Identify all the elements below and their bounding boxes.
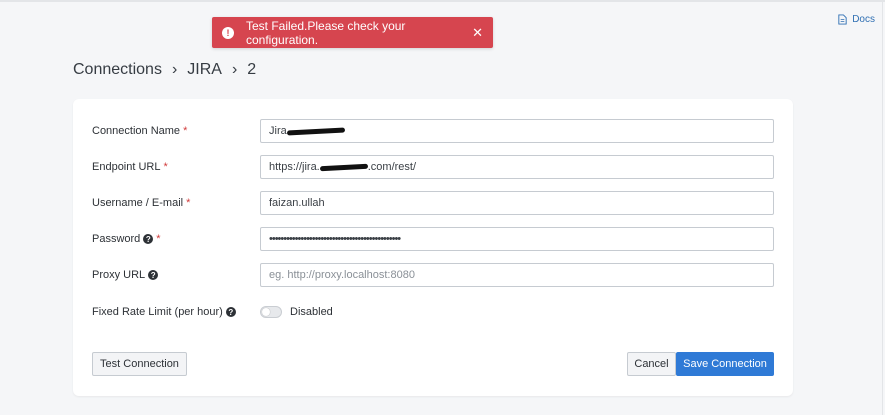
rate-limit-label-text: Fixed Rate Limit (per hour) — [92, 306, 223, 318]
endpoint-url-input[interactable]: https://jira. .com/rest/ — [260, 155, 774, 179]
proxy-url-label-text: Proxy URL — [92, 269, 146, 281]
endpoint-url-label-text: Endpoint URL — [92, 161, 161, 173]
username-value: faizan.ullah — [269, 197, 325, 209]
toast-message: Test Failed.Please check your configurat… — [246, 18, 406, 47]
top-border — [0, 0, 885, 2]
right-divider — [882, 0, 883, 415]
connection-name-label-text: Connection Name — [92, 125, 181, 137]
chevron-right-icon: › — [171, 61, 178, 78]
connection-name-label: Connection Name * — [92, 125, 260, 137]
docs-link[interactable]: Docs — [837, 14, 875, 25]
rate-limit-toggle-state: Disabled — [290, 306, 333, 318]
password-label-text: Password — [92, 233, 141, 245]
username-input[interactable]: faizan.ullah — [260, 191, 774, 215]
error-toast: ! Test Failed.Please check your configur… — [212, 17, 493, 48]
chevron-right-icon: › — [231, 61, 238, 78]
help-icon[interactable]: ? — [148, 270, 159, 280]
proxy-url-placeholder: eg. http://proxy.localhost:8080 — [269, 269, 415, 281]
rate-limit-row: Fixed Rate Limit (per hour) ? Disabled — [92, 300, 774, 324]
password-value: ••••••••••••••••••••••••••••••••••••••••… — [269, 233, 401, 245]
redaction-mark — [319, 163, 368, 171]
proxy-url-input[interactable]: eg. http://proxy.localhost:8080 — [260, 263, 774, 287]
required-marker: * — [186, 197, 191, 209]
breadcrumb-id: 2 — [247, 61, 257, 78]
endpoint-url-suffix: .com/rest/ — [367, 161, 417, 173]
required-marker: * — [183, 125, 188, 137]
proxy-url-row: Proxy URL ? eg. http://proxy.localhost:8… — [92, 263, 774, 287]
breadcrumb-connections[interactable]: Connections — [73, 61, 162, 79]
help-icon[interactable]: ? — [143, 234, 154, 244]
test-connection-button[interactable]: Test Connection — [92, 352, 187, 376]
endpoint-url-prefix: https://jira. — [269, 161, 320, 173]
cancel-button[interactable]: Cancel — [627, 352, 676, 376]
alert-icon: ! — [222, 26, 234, 39]
password-row: Password ? * •••••••••••••••••••••••••••… — [92, 227, 774, 251]
required-marker: * — [156, 233, 161, 245]
help-icon[interactable]: ? — [225, 307, 236, 317]
rate-limit-label: Fixed Rate Limit (per hour) ? — [92, 306, 260, 318]
username-label-text: Username / E-mail — [92, 197, 184, 209]
document-icon — [838, 14, 847, 25]
connection-form-card: Connection Name * Jira Endpoint URL * ht… — [73, 99, 793, 396]
connection-name-input[interactable]: Jira — [260, 119, 774, 143]
password-input[interactable]: ••••••••••••••••••••••••••••••••••••••••… — [260, 227, 774, 251]
rate-limit-toggle[interactable] — [260, 306, 282, 318]
docs-label: Docs — [852, 14, 875, 25]
proxy-url-label: Proxy URL ? — [92, 269, 260, 281]
required-marker: * — [163, 161, 168, 173]
endpoint-url-row: Endpoint URL * https://jira. .com/rest/ — [92, 155, 774, 179]
save-connection-button[interactable]: Save Connection — [676, 352, 774, 376]
breadcrumb-jira[interactable]: JIRA — [187, 61, 222, 79]
toggle-knob — [262, 308, 270, 316]
endpoint-url-label: Endpoint URL * — [92, 161, 260, 173]
username-label: Username / E-mail * — [92, 197, 260, 209]
redaction-mark — [286, 126, 345, 136]
password-label: Password ? * — [92, 233, 260, 245]
toast-close-icon[interactable]: ✕ — [466, 25, 483, 41]
breadcrumb: Connections › JIRA › 2 — [73, 61, 256, 79]
connection-name-row: Connection Name * Jira — [92, 119, 774, 143]
username-row: Username / E-mail * faizan.ullah — [92, 191, 774, 215]
connection-name-value: Jira — [269, 125, 287, 137]
